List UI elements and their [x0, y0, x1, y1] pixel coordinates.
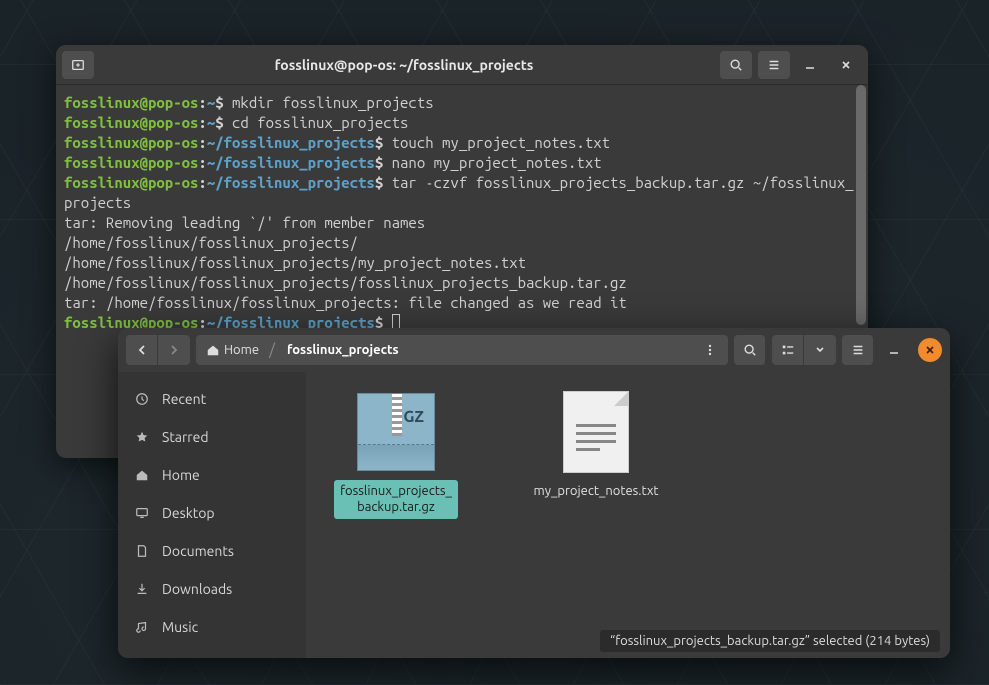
sidebar-item-label: Documents — [162, 543, 234, 559]
file-manager-window: Home / fosslinux_projects — [118, 328, 950, 658]
sidebar-item-starred[interactable]: Starred — [118, 418, 306, 456]
sidebar-item-label: Recent — [162, 391, 206, 407]
home-icon — [206, 343, 220, 357]
archive-icon: GZ — [354, 390, 438, 474]
chevron-right-icon — [168, 344, 180, 356]
sidebar: Recent Starred Home Desktop Documents Do… — [118, 372, 306, 658]
view-mode-button[interactable] — [772, 335, 804, 365]
sidebar-item-music[interactable]: Music — [118, 608, 306, 646]
chevron-left-icon — [136, 344, 148, 356]
cmd-line: mkdir fosslinux_projects — [224, 94, 434, 111]
file-manager-header: Home / fosslinux_projects — [118, 328, 950, 372]
kebab-icon — [704, 344, 716, 356]
new-tab-icon — [71, 58, 85, 72]
file-search-button[interactable] — [734, 335, 766, 365]
sidebar-item-label: Home — [162, 467, 200, 483]
sidebar-item-desktop[interactable]: Desktop — [118, 494, 306, 532]
breadcrumb-home[interactable]: Home — [200, 338, 265, 362]
terminal-close-button[interactable] — [830, 51, 862, 79]
sidebar-item-label: Music — [162, 619, 198, 635]
download-icon — [134, 582, 150, 596]
document-icon — [134, 544, 150, 558]
cmd-line: cd fosslinux_projects — [224, 114, 409, 131]
sidebar-item-label: Starred — [162, 429, 209, 445]
cmd-line: nano my_project_notes.txt — [383, 154, 601, 171]
star-icon — [134, 430, 150, 444]
terminal-scrollbar[interactable] — [856, 85, 866, 325]
terminal-title: fosslinux@pop-os: ~/fosslinux_projects — [94, 57, 714, 73]
list-view-icon — [781, 343, 795, 357]
music-icon — [134, 620, 150, 634]
hamburger-menu-button[interactable] — [842, 335, 874, 365]
new-tab-button[interactable] — [62, 51, 94, 79]
clock-icon — [134, 392, 150, 406]
breadcrumb: Home / fosslinux_projects — [196, 335, 728, 365]
prompt-path: ~/fosslinux_projects — [207, 134, 375, 151]
desktop-icon — [134, 506, 150, 520]
status-bar: “fosslinux_projects_backup.tar.gz” selec… — [600, 630, 940, 652]
file-minimize-button[interactable] — [880, 336, 908, 364]
terminal-minimize-button[interactable] — [794, 51, 826, 79]
file-label: fosslinux_projects_backup.tar.gz — [334, 480, 458, 519]
output-line: /home/fosslinux/fosslinux_projects/ — [64, 234, 358, 251]
nav-back-button[interactable] — [126, 335, 158, 365]
file-close-button[interactable] — [918, 338, 942, 362]
sidebar-item-label: Desktop — [162, 505, 215, 521]
terminal-menu-button[interactable] — [758, 51, 790, 79]
sidebar-item-downloads[interactable]: Downloads — [118, 570, 306, 608]
minimize-icon — [888, 344, 900, 356]
file-item-archive[interactable]: GZ fosslinux_projects_backup.tar.gz — [326, 390, 466, 519]
gz-badge: GZ — [403, 408, 424, 426]
output-line: /home/fosslinux/fosslinux_projects/my_pr… — [64, 254, 526, 271]
sidebar-item-recent[interactable]: Recent — [118, 380, 306, 418]
close-icon — [925, 345, 935, 355]
pathbar-menu-button[interactable] — [696, 338, 724, 362]
hamburger-icon — [851, 343, 865, 357]
output-line: tar: Removing leading `/' from member na… — [64, 214, 425, 231]
search-icon — [729, 58, 743, 72]
output-line: /home/fosslinux/fosslinux_projects/fossl… — [64, 274, 627, 291]
file-item-text[interactable]: my_project_notes.txt — [526, 390, 666, 502]
cmd-line: touch my_project_notes.txt — [383, 134, 610, 151]
sidebar-item-label: Downloads — [162, 581, 232, 597]
terminal-titlebar: fosslinux@pop-os: ~/fosslinux_projects — [56, 45, 868, 85]
breadcrumb-current[interactable]: fosslinux_projects — [279, 343, 407, 357]
output-line: tar: /home/fosslinux/fosslinux_projects:… — [64, 294, 627, 311]
hamburger-icon — [767, 58, 781, 72]
breadcrumb-home-label: Home — [224, 343, 259, 357]
minimize-icon — [804, 59, 816, 71]
nav-forward-button[interactable] — [158, 335, 190, 365]
file-label: my_project_notes.txt — [528, 480, 665, 502]
view-dropdown-button[interactable] — [804, 335, 836, 365]
prompt-user: fosslinux@pop-os — [64, 94, 198, 111]
text-file-icon — [554, 390, 638, 474]
sidebar-item-home[interactable]: Home — [118, 456, 306, 494]
sidebar-item-documents[interactable]: Documents — [118, 532, 306, 570]
chevron-down-icon — [815, 345, 825, 355]
search-icon — [743, 343, 757, 357]
breadcrumb-separator: / — [269, 341, 275, 359]
close-icon — [840, 59, 852, 71]
home-icon — [134, 468, 150, 482]
terminal-search-button[interactable] — [720, 51, 752, 79]
prompt-home: ~ — [207, 94, 215, 111]
file-grid[interactable]: GZ fosslinux_projects_backup.tar.gz my_p… — [306, 372, 950, 658]
